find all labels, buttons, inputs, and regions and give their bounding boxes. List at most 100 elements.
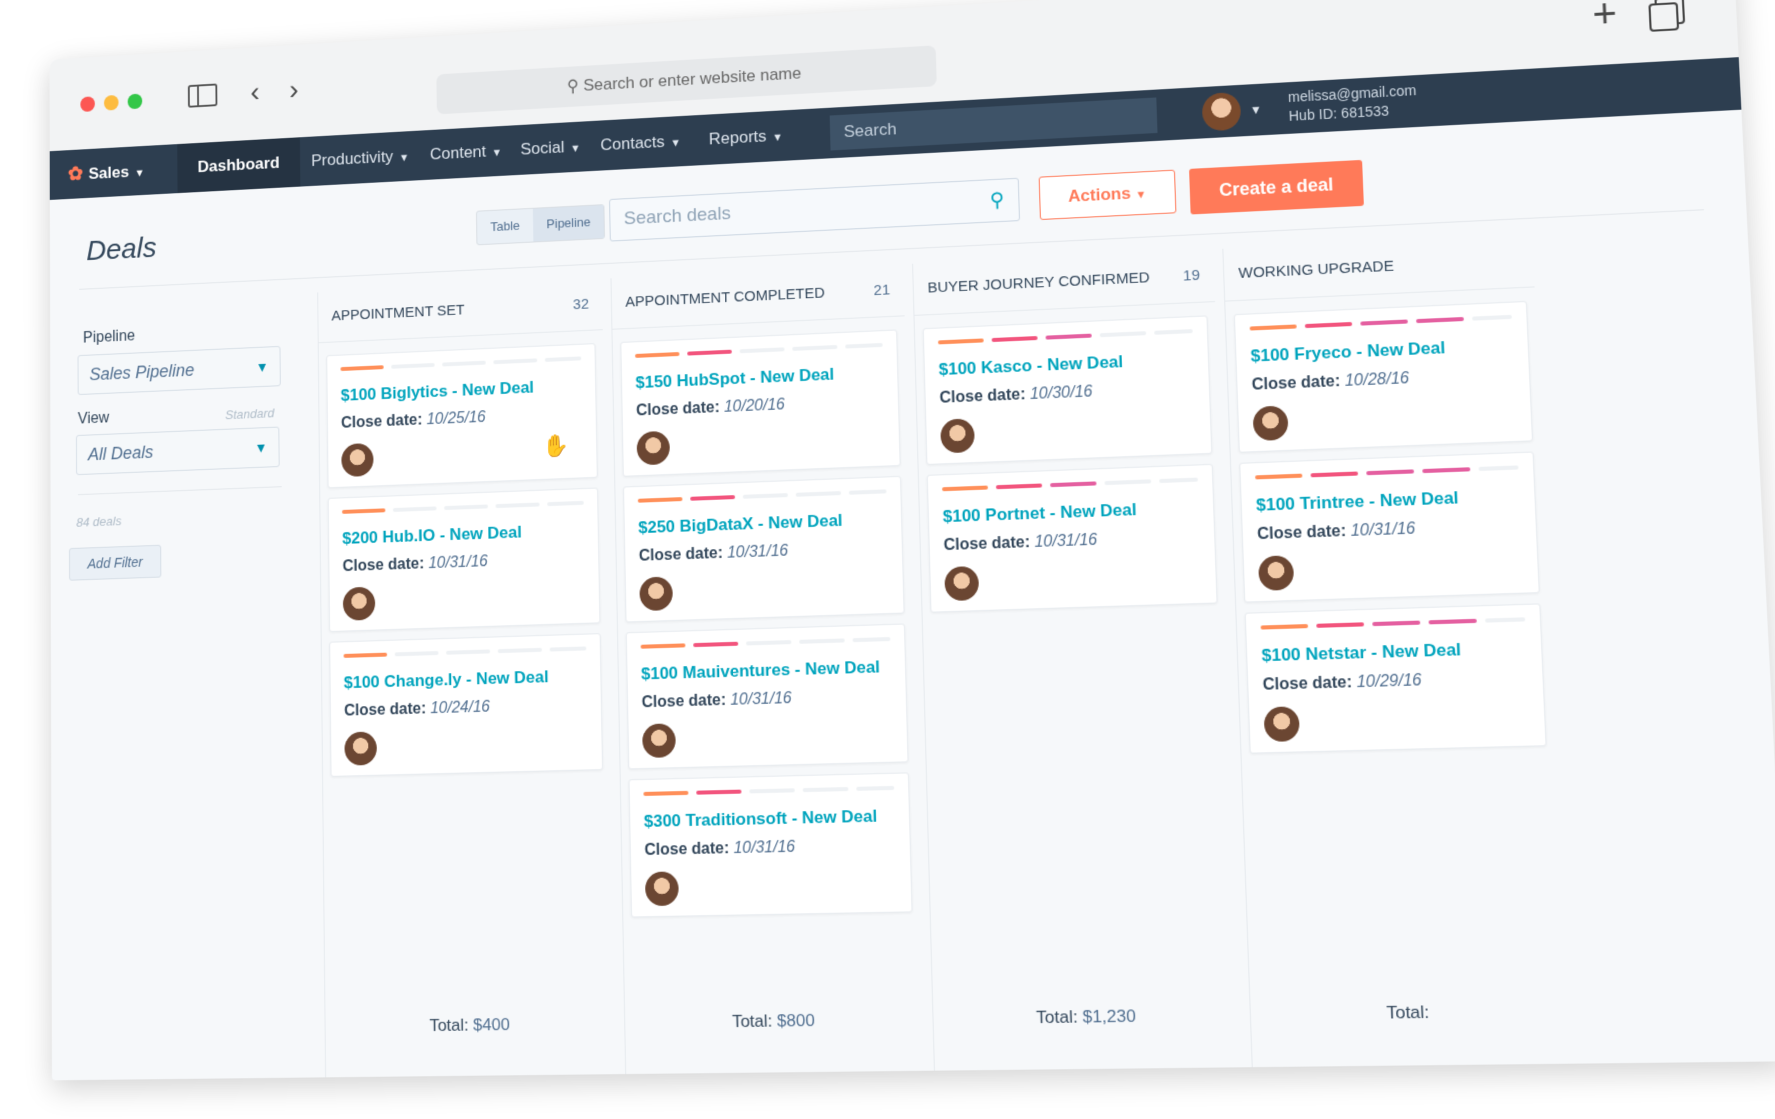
deal-title[interactable]: $100 Kasco - New Deal [939, 352, 1124, 380]
close-date: Close date: 10/31/16 [342, 553, 488, 576]
nav-sales-menu[interactable]: ✿ Sales ▼ [68, 146, 145, 199]
column-name: BUYER JOURNEY CONFIRMED [927, 269, 1150, 297]
deal-title[interactable]: $100 Fryeco - New Deal [1250, 338, 1445, 367]
chevron-down-icon: ▼ [491, 147, 503, 160]
chevron-down-icon: ▼ [398, 152, 410, 165]
deal-card[interactable]: $100 Mauiventures - New Deal Close date:… [625, 623, 909, 770]
column-header: APPOINTMENT COMPLETED 21 [611, 264, 905, 330]
deal-card[interactable]: $100 Change.ly - New Deal Close date: 10… [329, 633, 604, 777]
browser-window: ‹ › ⚲ Search or enter website name + ✿ Sa… [49, 0, 1775, 1115]
sidebar-toggle-icon[interactable] [186, 78, 219, 114]
tabs-overview-icon[interactable] [1646, 0, 1690, 32]
deal-card[interactable]: $300 Traditionsoft - New Deal Close date… [628, 772, 913, 918]
column-header: APPOINTMENT SET 32 [318, 278, 603, 344]
deal-title[interactable]: $150 HubSpot - New Deal [635, 365, 834, 393]
deal-card[interactable]: $100 Portnet - New Deal Close date: 10/3… [926, 463, 1218, 613]
deal-card[interactable]: $200 Hub.IO - New Deal Close date: 10/31… [327, 487, 601, 632]
owner-avatar[interactable] [944, 565, 980, 602]
account-info[interactable]: melissa@gmail.com Hub ID: 681533 [1288, 81, 1418, 126]
column-total: Total: $400 [429, 1014, 510, 1036]
column-name: APPOINTMENT COMPLETED [625, 284, 826, 311]
owner-avatar[interactable] [644, 871, 679, 907]
view-toggle: Table Pipeline [475, 204, 606, 246]
stage-progress [343, 646, 587, 658]
close-date: Close date: 10/31/16 [641, 690, 792, 712]
chevron-down-icon: ▼ [1135, 188, 1147, 202]
nav-social[interactable]: Social ▼ [520, 122, 581, 175]
owner-avatar[interactable] [342, 586, 376, 621]
close-date: Close date: 10/24/16 [344, 698, 491, 720]
owner-avatar[interactable] [1263, 706, 1300, 743]
column-total: Total: $1,230 [1035, 1006, 1137, 1028]
search-icon[interactable]: ⚲ [989, 180, 1005, 222]
nav-content[interactable]: Content ▼ [430, 126, 503, 180]
close-date: Close date: 10/31/16 [638, 542, 789, 565]
deal-title[interactable]: $200 Hub.IO - New Deal [342, 523, 522, 549]
deal-title[interactable]: $100 Change.ly - New Deal [344, 667, 549, 693]
deal-title[interactable]: $100 Mauiventures - New Deal [641, 657, 880, 684]
back-arrow-icon[interactable]: ‹ [241, 75, 269, 111]
sidebar-divider [78, 486, 282, 496]
nav-reports[interactable]: Reports ▼ [708, 110, 783, 164]
owner-avatar[interactable] [642, 723, 676, 759]
chevron-down-icon: ▼ [570, 142, 581, 155]
deal-card[interactable]: $100 Trintree - New Deal Close date: 10/… [1239, 451, 1540, 603]
close-date: Close date: 10/28/16 [1251, 370, 1410, 394]
stage-progress [1260, 617, 1526, 630]
owner-avatar[interactable] [344, 731, 378, 766]
add-filter-button[interactable]: Add Filter [68, 544, 162, 581]
search-deals-input[interactable]: Search deals ⚲ [609, 177, 1021, 242]
owner-avatar[interactable] [940, 418, 975, 454]
grab-hand-cursor-icon: ✋ [542, 432, 570, 459]
owner-avatar[interactable] [636, 430, 671, 466]
pipeline-column: BUYER JOURNEY CONFIRMED 19 $100 Kasco - … [912, 249, 1243, 1071]
deal-card[interactable]: $100 Netstar - New Deal Close date: 10/2… [1244, 603, 1547, 754]
stage-progress [937, 329, 1193, 345]
deal-title[interactable]: $250 BigDataX - New Deal [638, 511, 843, 538]
pipeline-view-tab[interactable]: Pipeline [532, 205, 605, 242]
view-select[interactable]: All Deals ▼ [75, 426, 280, 476]
close-date: Close date: 10/29/16 [1262, 671, 1422, 694]
column-name: APPOINTMENT SET [331, 301, 465, 325]
owner-avatar[interactable] [1252, 405, 1289, 442]
pipeline-select[interactable]: Sales Pipeline ▼ [77, 345, 281, 396]
deal-card[interactable]: $100 Fryeco - New Deal Close date: 10/28… [1233, 300, 1534, 453]
deal-title[interactable]: $100 Portnet - New Deal [943, 500, 1137, 527]
forward-arrow-icon[interactable]: › [280, 73, 308, 109]
minimize-window-button[interactable] [103, 94, 119, 111]
stage-progress [640, 637, 891, 649]
deal-card[interactable]: $250 BigDataX - New Deal Close date: 10/… [623, 475, 905, 623]
deal-title[interactable]: $300 Traditionsoft - New Deal [644, 807, 878, 832]
global-search-input[interactable]: Search [829, 97, 1158, 151]
address-placeholder: Search or enter website name [583, 63, 802, 95]
deal-card[interactable]: $100 Biglytics - New Deal Close date: 10… [326, 343, 598, 489]
pipeline-column: APPOINTMENT SET 32 $100 Biglytics - New … [317, 278, 617, 1078]
view-hint: Standard [225, 405, 275, 423]
column-count: 32 [572, 295, 590, 314]
close-window-button[interactable] [80, 96, 95, 113]
column-header: BUYER JOURNEY CONFIRMED 19 [913, 249, 1216, 316]
owner-avatar[interactable] [341, 442, 374, 478]
owner-avatar[interactable] [639, 576, 673, 612]
deal-card[interactable]: $150 HubSpot - New Deal Close date: 10/2… [620, 329, 901, 477]
deal-card[interactable]: $100 Kasco - New Deal Close date: 10/30/… [922, 315, 1213, 465]
user-avatar[interactable] [1201, 91, 1242, 132]
actions-button[interactable]: Actions ▼ [1038, 169, 1177, 221]
owner-avatar[interactable] [1258, 555, 1295, 591]
nav-contacts[interactable]: Contacts ▼ [600, 116, 681, 170]
address-bar[interactable]: ⚲ Search or enter website name [436, 45, 937, 115]
deal-title[interactable]: $100 Netstar - New Deal [1261, 640, 1461, 666]
chevron-down-icon[interactable]: ▼ [1249, 84, 1263, 136]
stage-progress [942, 477, 1198, 492]
maximize-window-button[interactable] [127, 93, 143, 110]
deal-title[interactable]: $100 Trintree - New Deal [1256, 488, 1459, 516]
app-frame: ‹ › ⚲ Search or enter website name + ✿ Sa… [49, 0, 1775, 1081]
deal-title[interactable]: $100 Biglytics - New Deal [341, 378, 534, 406]
stage-progress [637, 489, 887, 503]
nav-productivity[interactable]: Productivity ▼ [311, 131, 409, 186]
new-tab-plus-icon[interactable]: + [1583, 0, 1626, 37]
create-deal-button[interactable]: Create a deal [1189, 159, 1364, 215]
table-view-tab[interactable]: Table [477, 209, 534, 245]
pipeline-column: APPOINTMENT COMPLETED 21 $150 HubSpot - … [610, 264, 925, 1075]
nav-dashboard[interactable]: Dashboard [177, 137, 301, 194]
